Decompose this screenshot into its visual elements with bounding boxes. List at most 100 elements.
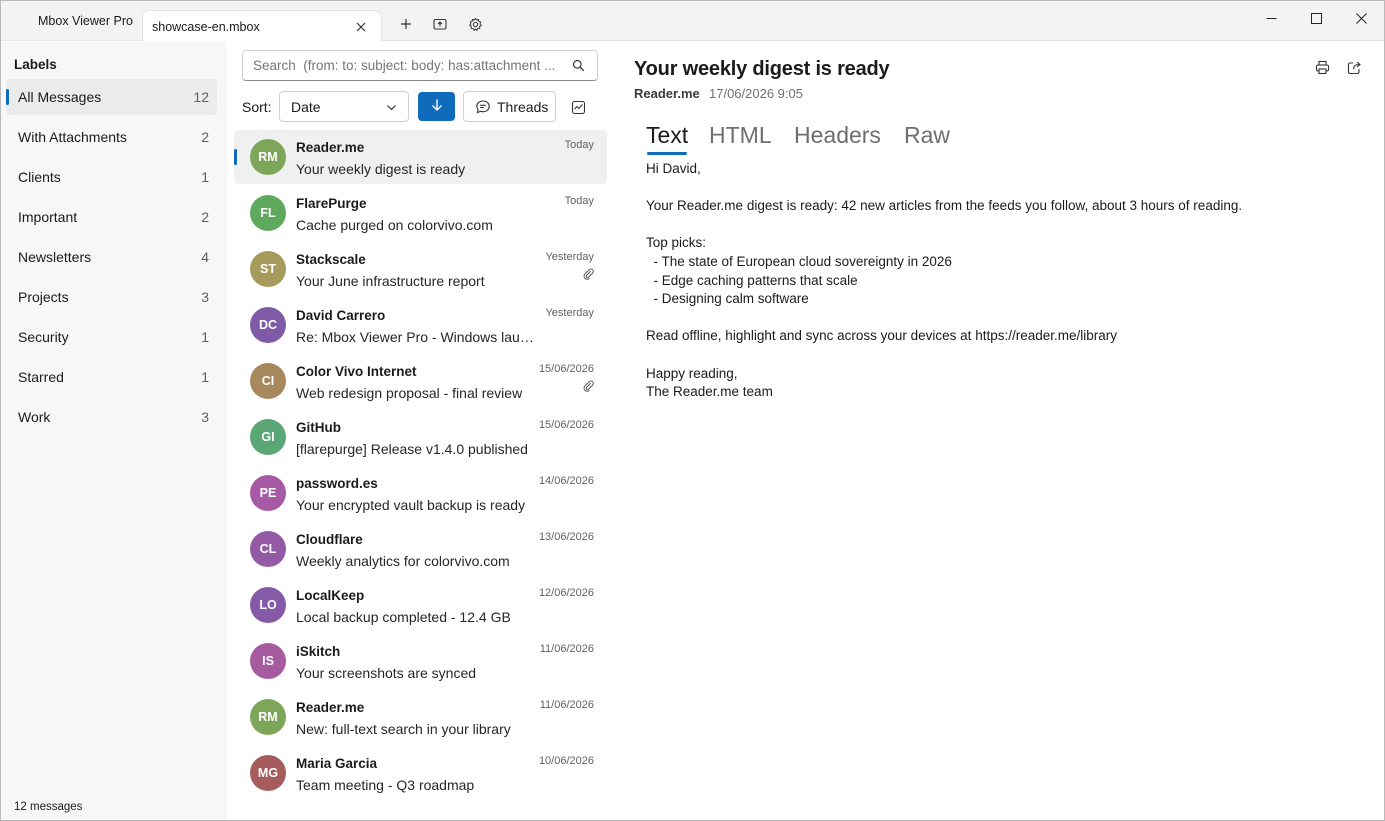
sidebar-item-all-messages[interactable]: All Messages 12 (6, 79, 217, 115)
message-count-status: 12 messages (14, 801, 83, 813)
message-subject: Weekly analytics for colorvivo.com (296, 553, 510, 569)
message-sender: password.es (296, 476, 378, 491)
message-subject: Re: Mbox Viewer Pro - Windows launch (296, 329, 541, 345)
message-date: Today (564, 139, 594, 151)
message-list-item[interactable]: FL FlarePurge Cache purged on colorvivo.co… (234, 186, 607, 240)
message-sender: Stackscale (296, 252, 366, 267)
message-sender: iSkitch (296, 644, 341, 659)
message-list-item[interactable]: ST Stackscale Your June infrastructure rep… (234, 242, 607, 296)
avatar: CL (250, 531, 286, 567)
sort-dropdown[interactable]: Date (279, 91, 409, 122)
message-subject: [flarepurge] Release v1.4.0 published (296, 441, 528, 457)
statistics-chart-icon[interactable] (564, 94, 592, 120)
avatar: FL (250, 195, 286, 231)
message-subject-heading: Your weekly digest is ready (634, 58, 890, 80)
avatar: MG (250, 755, 286, 791)
message-date: 10/06/2026 (538, 755, 594, 767)
tab-headers[interactable]: Headers (794, 122, 881, 149)
message-list-item[interactable]: DC David Carrero Re: Mbox Viewer Pro - Win… (234, 298, 607, 352)
sidebar-item-work[interactable]: Work 3 (6, 399, 217, 435)
sort-label: Sort: (242, 99, 272, 115)
sidebar-item-projects[interactable]: Projects 3 (6, 279, 217, 315)
sidebar-item-count: 12 (193, 89, 209, 105)
message-subject: Your screenshots are synced (296, 665, 477, 681)
search-box[interactable] (242, 50, 598, 81)
sidebar-item-count: 3 (201, 409, 209, 425)
message-date: 13/06/2026 (538, 531, 594, 543)
sidebar-item-label: Security (18, 329, 69, 345)
message-subject: Team meeting - Q3 roadmap (296, 777, 475, 793)
open-window-icon[interactable] (427, 11, 453, 37)
search-icon[interactable] (572, 59, 585, 75)
body-line: Happy reading, (646, 365, 738, 381)
maximize-icon[interactable] (1293, 1, 1339, 35)
sort-direction-button[interactable] (418, 92, 455, 121)
settings-gear-icon[interactable] (462, 11, 488, 37)
avatar: RM (250, 699, 286, 735)
sidebar-item-label: All Messages (18, 89, 102, 105)
sidebar-item-count: 2 (201, 209, 209, 225)
chat-bubble-icon (475, 99, 491, 118)
title-bar: Mbox Viewer Pro showcase-en.mbox (1, 1, 1384, 42)
message-list-item[interactable]: CI Color Vivo Internet Web redesign propos… (234, 354, 607, 408)
active-indicator (6, 89, 9, 105)
body-line: - Edge caching patterns that scale (646, 272, 858, 288)
message-subject: Your weekly digest is ready (296, 161, 466, 177)
message-list-item[interactable]: PE password.es Your encrypted vault backup… (234, 466, 607, 520)
message-list-item[interactable]: MG Maria Garcia Team meeting - Q3 roadmap 1… (234, 746, 607, 800)
message-sender: LocalKeep (296, 588, 365, 603)
printer-icon[interactable] (1310, 55, 1334, 79)
sidebar-item-label: Important (18, 209, 78, 225)
tab-raw[interactable]: Raw (904, 122, 950, 149)
message-sender: FlarePurge (296, 196, 367, 211)
sidebar-item-with-attachments[interactable]: With Attachments 2 (6, 119, 217, 155)
threads-button[interactable]: Threads (463, 91, 556, 122)
search-input[interactable] (253, 58, 563, 73)
tab-mbox-file[interactable]: showcase-en.mbox (142, 10, 382, 42)
sidebar-item-newsletters[interactable]: Newsletters 4 (6, 239, 217, 275)
labels-sidebar: Labels All Messages 12 With Attachments 2 Cl… (1, 42, 227, 820)
sidebar-item-label: With Attachments (18, 129, 127, 145)
sidebar-item-clients[interactable]: Clients 1 (6, 159, 217, 195)
sidebar-item-count: 4 (201, 249, 209, 265)
window-close-icon[interactable] (1338, 1, 1384, 35)
message-sender: Color Vivo Internet (296, 364, 417, 379)
avatar: CI (250, 363, 286, 399)
tab-html[interactable]: HTML (709, 122, 772, 149)
message-list-item[interactable]: LO LocalKeep Local backup completed - 12.4… (234, 578, 607, 632)
message-sender: Reader.me (296, 700, 365, 715)
sidebar-item-count: 2 (201, 129, 209, 145)
sidebar-item-starred[interactable]: Starred 1 (6, 359, 217, 395)
message-sender: Reader.me (296, 140, 365, 155)
message-list-item[interactable]: GI GitHub [flarepurge] Release v1.4.0 publ… (234, 410, 607, 464)
sidebar-item-count: 3 (201, 289, 209, 305)
message-list-item[interactable]: RM Reader.me New: full-text search in your… (234, 690, 607, 744)
sidebar-item-security[interactable]: Security 1 (6, 319, 217, 355)
avatar: GI (250, 419, 286, 455)
sidebar-item-important[interactable]: Important 2 (6, 199, 217, 235)
message-sender: Cloudflare (296, 532, 363, 547)
avatar: RM (250, 139, 286, 175)
message-date: 11/06/2026 (539, 699, 594, 711)
message-list-item[interactable]: CL Cloudflare Weekly analytics for colorvi… (234, 522, 607, 576)
body-line: - The state of European cloud sovereignt… (646, 254, 952, 269)
tab-text[interactable]: Text (646, 122, 688, 149)
message-list-item[interactable]: IS iSkitch Your screenshots are synced 11/0… (234, 634, 607, 688)
close-icon[interactable] (351, 17, 371, 37)
share-export-icon[interactable] (1342, 55, 1366, 79)
new-tab-icon[interactable] (393, 11, 419, 37)
message-sender: GitHub (296, 420, 341, 435)
message-list-item[interactable]: RM Reader.me Your weekly digest is ready To… (234, 130, 607, 184)
threads-label: Threads (497, 99, 549, 115)
selected-indicator (234, 149, 237, 165)
message-subject: New: full-text search in your library (296, 721, 511, 737)
avatar: DC (250, 307, 286, 343)
body-line: Read offline, highlight and sync across … (646, 328, 1117, 344)
sort-value: Date (291, 99, 321, 115)
active-tab-indicator (647, 152, 687, 155)
minimize-icon[interactable] (1248, 1, 1294, 35)
tab-label: showcase-en.mbox (152, 20, 260, 34)
message-subject: Cache purged on colorvivo.com (296, 217, 493, 233)
chevron-down-icon (386, 100, 397, 116)
body-line: - Designing calm software (646, 291, 809, 307)
